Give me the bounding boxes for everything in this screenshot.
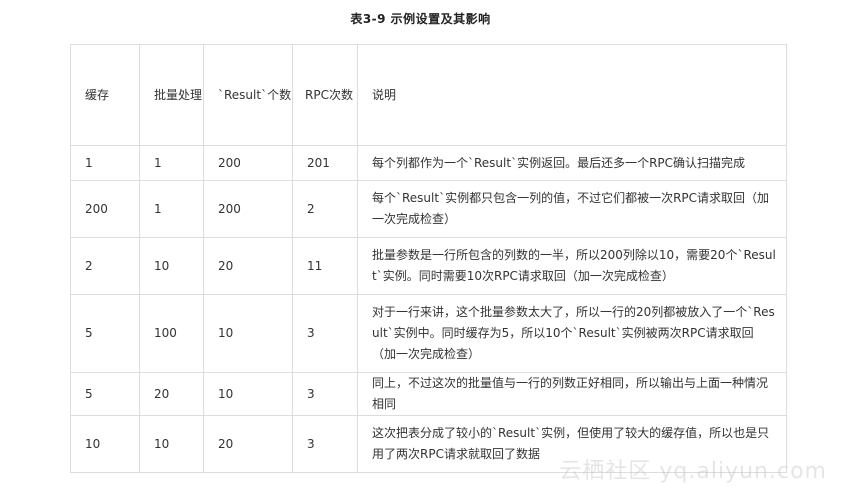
cell-rpc-count: 3 [292,372,358,416]
cell-batch: 1 [139,145,204,181]
cell-batch: 20 [139,372,204,416]
cell-description: 每个`Result`实例都只包含一列的值，不过它们都被一次RPC请求取回（加一次… [357,180,787,238]
table-row: 1 1 200 201 每个列都作为一个`Result`实例返回。最后还多一个R… [70,145,787,181]
table-header-row: 缓存 批量处理 `Result`个数 RPC次数 说明 [70,44,787,146]
header-description: 说明 [357,44,787,146]
cell-result-count: 10 [203,294,293,373]
header-cache: 缓存 [70,44,140,146]
header-result-count: `Result`个数 [203,44,293,146]
cell-cache: 10 [70,415,140,473]
cell-batch: 1 [139,180,204,238]
cell-description: 批量参数是一行所包含的列数的一半，所以200列除以10，需要20个`Result… [357,237,787,295]
cell-description: 对于一行来讲，这个批量参数太大了，所以一行的20列都被放入了一个`Result`… [357,294,787,373]
cell-rpc-count: 201 [292,145,358,181]
cell-rpc-count: 2 [292,180,358,238]
cell-rpc-count: 3 [292,294,358,373]
cell-result-count: 20 [203,415,293,473]
cell-cache: 5 [70,294,140,373]
cell-batch: 10 [139,237,204,295]
cell-result-count: 20 [203,237,293,295]
cell-rpc-count: 3 [292,415,358,473]
cell-result-count: 10 [203,372,293,416]
cell-result-count: 200 [203,180,293,238]
cell-cache: 1 [70,145,140,181]
header-rpc-count: RPC次数 [292,44,358,146]
table-row: 200 1 200 2 每个`Result`实例都只包含一列的值，不过它们都被一… [70,180,787,238]
table-row: 2 10 20 11 批量参数是一行所包含的列数的一半，所以200列除以10，需… [70,237,787,295]
cell-description: 同上，不过这次的批量值与一行的列数正好相同，所以输出与上面一种情况相同 [357,372,787,416]
table-row: 5 20 10 3 同上，不过这次的批量值与一行的列数正好相同，所以输出与上面一… [70,372,787,416]
cell-description: 每个列都作为一个`Result`实例返回。最后还多一个RPC确认扫描完成 [357,145,787,181]
cell-cache: 5 [70,372,140,416]
watermark: 云栖社区 yq.aliyun.com [559,459,827,484]
cell-result-count: 200 [203,145,293,181]
table-caption: 表3-9 示例设置及其影响 [350,12,491,26]
cell-cache: 200 [70,180,140,238]
table-row: 5 100 10 3 对于一行来讲，这个批量参数太大了，所以一行的20列都被放入… [70,294,787,373]
cell-rpc-count: 11 [292,237,358,295]
cell-batch: 100 [139,294,204,373]
cell-cache: 2 [70,237,140,295]
settings-table: 缓存 批量处理 `Result`个数 RPC次数 说明 1 1 200 201 … [70,44,787,473]
cell-batch: 10 [139,415,204,473]
header-batch: 批量处理 [139,44,204,146]
